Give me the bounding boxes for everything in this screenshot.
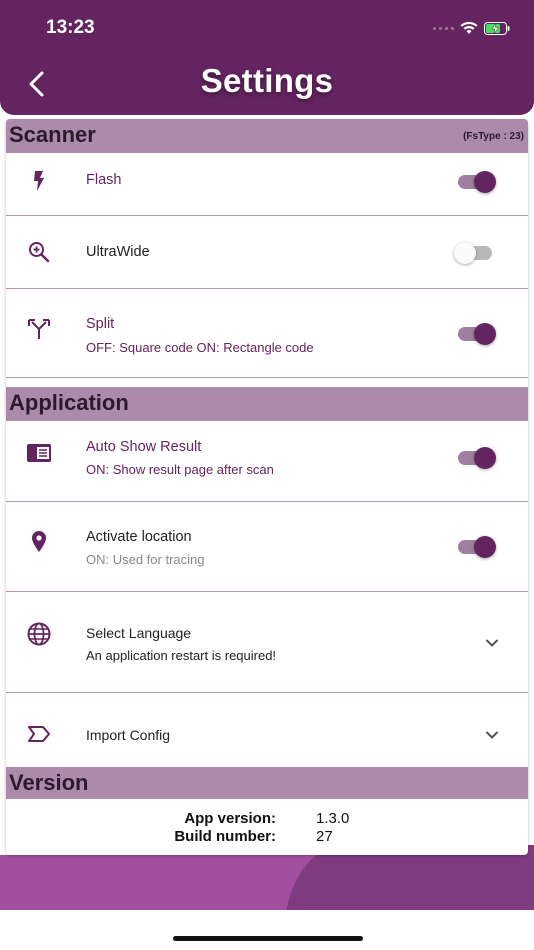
build-number-value: 27: [316, 828, 333, 845]
label-tag-icon: [28, 726, 50, 742]
zoom-in-icon: [29, 242, 50, 263]
setting-row-ultrawide[interactable]: UltraWide: [6, 216, 528, 289]
wifi-icon: [460, 21, 478, 34]
split-arrows-icon: [28, 319, 50, 339]
location-pin-icon: [32, 531, 46, 552]
section-title: Scanner: [9, 122, 96, 147]
setting-subtitle: An application restart is required!: [86, 648, 277, 663]
setting-label: UltraWide: [86, 244, 150, 260]
activate-location-toggle[interactable]: [458, 536, 496, 558]
settings-panel: Scanner (FsType : 23) Flash UltraWide Sp…: [6, 119, 528, 855]
setting-row-auto-show-result[interactable]: Auto Show Result ON: Show result page af…: [6, 421, 528, 502]
auto-show-result-toggle[interactable]: [458, 447, 496, 469]
setting-label: Select Language: [86, 625, 192, 641]
section-header-version: Version: [6, 767, 528, 799]
battery-charging-icon: [484, 21, 510, 35]
fs-type-label: (FsType : 23): [463, 131, 524, 142]
app-header: 13:23 Settings: [0, 0, 534, 115]
setting-row-activate-location[interactable]: Activate location ON: Used for tracing: [6, 502, 528, 592]
setting-row-import-config[interactable]: Import Config: [6, 693, 528, 767]
status-icons: [433, 16, 510, 40]
signal-dots-icon: [433, 26, 454, 30]
setting-label: Import Config: [86, 727, 171, 743]
app-version-label: App version:: [184, 810, 276, 827]
build-number-label: Build number:: [174, 828, 276, 845]
version-info: App version: 1.3.0 Build number: 27: [6, 799, 528, 855]
section-title: Application: [9, 390, 129, 415]
chevron-down-icon[interactable]: [484, 727, 500, 743]
setting-row-select-language[interactable]: Select Language An application restart i…: [6, 592, 528, 693]
flash-icon: [34, 171, 44, 191]
flash-toggle[interactable]: [458, 171, 496, 193]
setting-label: Split: [86, 316, 115, 332]
setting-subtitle: ON: Show result page after scan: [86, 462, 274, 477]
chevron-down-icon[interactable]: [484, 635, 500, 651]
setting-row-flash[interactable]: Flash: [6, 153, 528, 216]
section-header-scanner: Scanner (FsType : 23): [6, 119, 528, 153]
setting-label: Activate location: [86, 529, 192, 545]
setting-subtitle: OFF: Square code ON: Rectangle code: [86, 340, 314, 355]
ultrawide-toggle[interactable]: [454, 242, 494, 264]
home-indicator[interactable]: [173, 936, 363, 941]
section-title: Version: [9, 770, 89, 795]
setting-label: Flash: [86, 172, 122, 188]
page-title: Settings: [200, 62, 334, 99]
setting-row-split[interactable]: Split OFF: Square code ON: Rectangle cod…: [6, 289, 528, 378]
bottom-bar: [0, 910, 534, 950]
split-toggle[interactable]: [458, 323, 496, 345]
setting-subtitle: ON: Used for tracing: [86, 552, 205, 567]
status-time: 13:23: [46, 17, 95, 38]
result-page-icon: [27, 444, 51, 462]
globe-icon: [27, 622, 51, 646]
section-header-application: Application: [6, 387, 528, 421]
setting-label: Auto Show Result: [86, 439, 202, 455]
app-version-value: 1.3.0: [316, 810, 350, 827]
